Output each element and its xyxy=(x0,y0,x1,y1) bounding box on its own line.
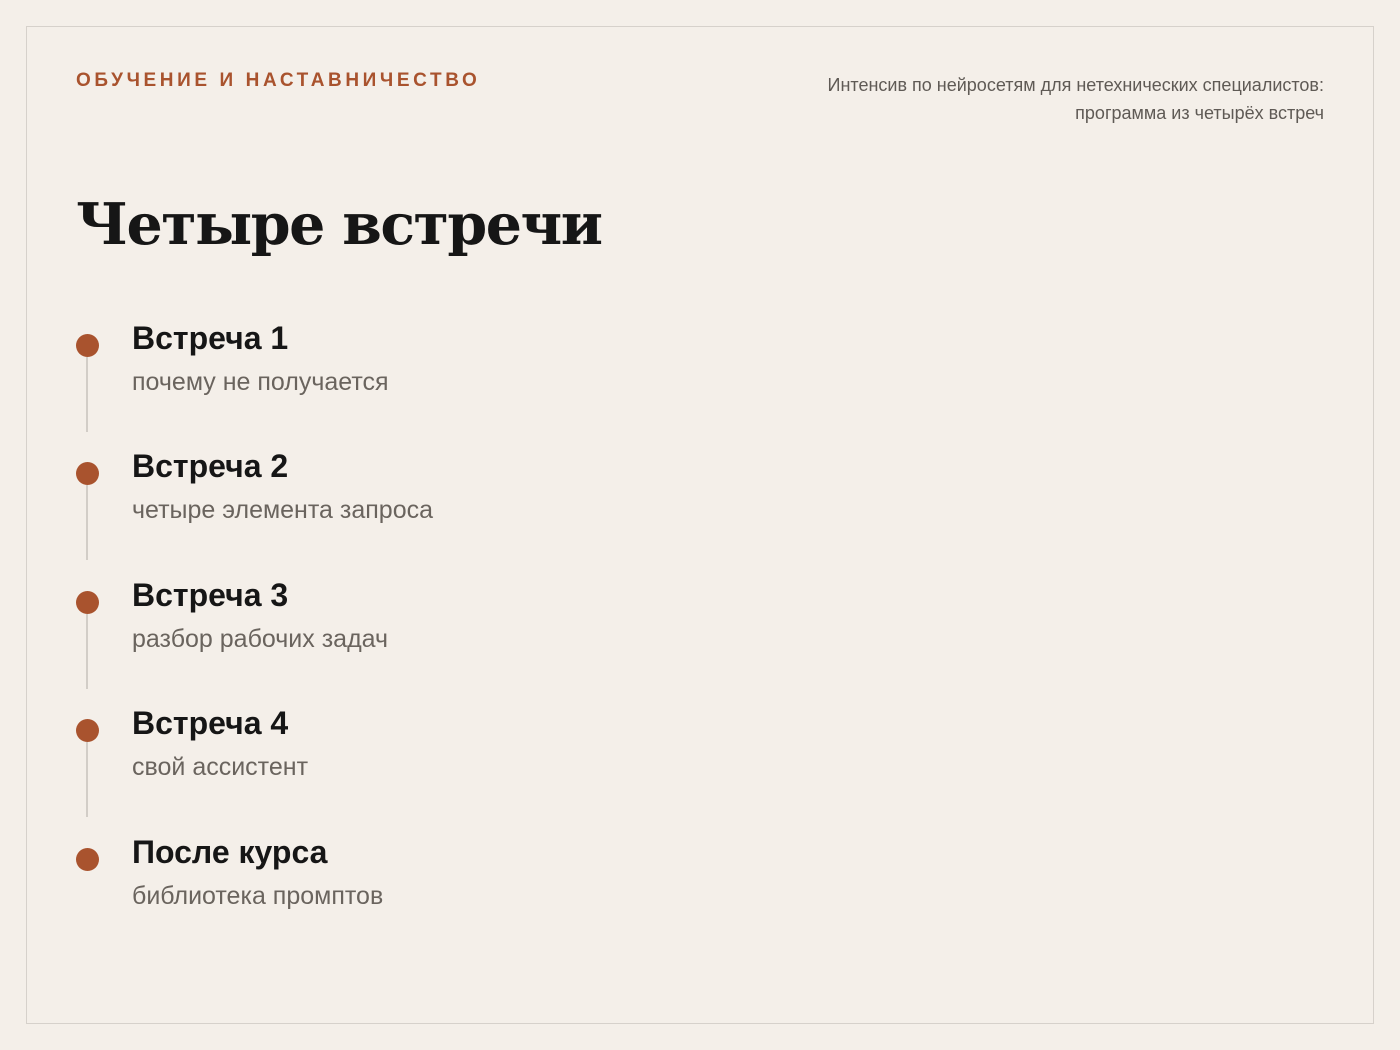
timeline-item: Встреча 4 свой ассистент xyxy=(0,703,900,831)
timeline-item: Встреча 3 разбор рабочих задач xyxy=(0,575,900,703)
timeline-item-title: Встреча 1 xyxy=(132,320,289,356)
timeline-item-title: Встреча 2 xyxy=(132,448,289,484)
timeline-item-description: четыре элемента запроса xyxy=(132,496,434,524)
timeline-item-description: библиотека промптов xyxy=(132,882,384,910)
timeline-dot-icon xyxy=(76,848,99,871)
timeline-item-description: свой ассистент xyxy=(132,753,309,781)
timeline-item-title: Встреча 3 xyxy=(132,577,289,613)
timeline-item: Встреча 2 четыре элемента запроса xyxy=(0,446,900,574)
timeline-item-title: Встреча 4 xyxy=(132,705,289,741)
timeline-dot-icon xyxy=(76,462,99,485)
timeline-connector xyxy=(86,485,88,560)
timeline-connector xyxy=(86,614,88,689)
timeline-connector xyxy=(86,357,88,432)
timeline-item-description: разбор рабочих задач xyxy=(132,625,389,653)
timeline-item: После курса библиотека промптов xyxy=(0,832,900,960)
timeline-item-title: После курса xyxy=(132,834,328,870)
timeline-item: Встреча 1 почему не получается xyxy=(0,318,900,446)
timeline-connector xyxy=(86,742,88,817)
timeline-dot-icon xyxy=(76,719,99,742)
timeline-item-description: почему не получается xyxy=(132,368,389,396)
timeline-dot-icon xyxy=(76,591,99,614)
timeline: Встреча 1 почему не получается Встреча 2… xyxy=(0,0,1400,1050)
timeline-dot-icon xyxy=(76,334,99,357)
